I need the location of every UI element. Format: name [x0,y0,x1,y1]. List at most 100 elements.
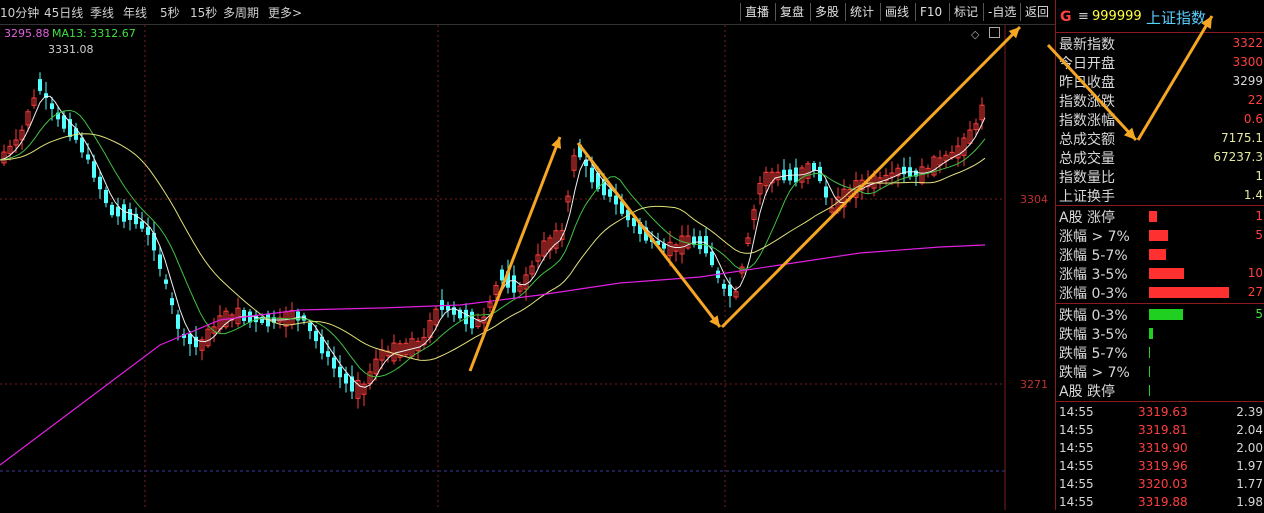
tick-time: 14:55 [1059,495,1094,509]
up-dist-label: 涨幅 > 7% [1059,229,1130,245]
up-dist-label: 涨幅 0-3% [1059,286,1128,302]
quote-label: 今日开盘 [1059,56,1115,72]
tick-vol: 2.00 [1236,441,1263,455]
up-dist-bar [1149,211,1157,222]
y-axis-label-low: 3271 [1020,378,1048,391]
peak-price-label: 3331.08 [48,43,94,56]
down-dist-label: 跌幅 5-7% [1059,346,1128,362]
replay-button[interactable]: 复盘 [775,3,808,21]
f10-button[interactable]: F10 [915,3,946,21]
candle-body [164,279,168,284]
back-button[interactable]: 返回 [1020,3,1053,21]
up-dist-value: 5 [1255,228,1263,242]
candle-body [170,298,174,306]
mark-button[interactable]: 标记 [949,3,982,21]
candle-body [590,167,594,183]
quote-label: 昨日收盘 [1059,75,1115,91]
quote-label: 指数量比 [1059,170,1115,186]
tab-more[interactable]: 更多> [268,4,302,21]
tab-year[interactable]: 年线 [123,4,147,21]
candle-body [608,189,612,197]
down-dist-label: 跌幅 3-5% [1059,327,1128,343]
candle-body [38,79,42,91]
tick-vol: 1.98 [1236,495,1263,509]
candle-body [722,283,726,289]
quote-value: 0.6 [1243,112,1263,126]
candle-body [128,209,132,220]
quote-label: 最新指数 [1059,37,1115,53]
quote-value: 1 [1255,169,1263,183]
tick-time: 14:55 [1059,459,1094,473]
candle-body [464,309,468,325]
candle-body [92,161,96,178]
multi-stock-button[interactable]: 多股 [810,3,843,21]
candle-body [698,236,702,250]
candle-body [470,311,474,329]
down-dist-bar [1149,309,1183,320]
stock-code: 999999 [1092,9,1142,24]
tick-time: 14:55 [1059,477,1094,491]
tab-10min[interactable]: 10分钟 [0,4,39,21]
tick-price: 3319.96 [1138,459,1188,473]
draw-line-button[interactable]: 画线 [880,3,913,21]
tick-price: 3319.81 [1138,423,1188,437]
up-dist-bar [1149,287,1229,298]
statistics-button[interactable]: 统计 [845,3,878,21]
candle-body [80,137,84,153]
live-button[interactable]: 直播 [740,3,773,21]
tick-vol: 1.77 [1236,477,1263,491]
down-dist-bar [1149,366,1150,377]
down-dist-bar [1149,347,1150,358]
ma1-legend: 3295.88 [4,27,50,40]
tab-quarter[interactable]: 季线 [90,4,114,21]
divider [1056,303,1264,304]
divider [1056,32,1264,33]
candle-body [50,103,54,110]
candle-body [242,310,246,321]
quote-value: 3300 [1232,55,1263,69]
tick-vol: 1.97 [1236,459,1263,473]
up-dist-label: A股 涨停 [1059,210,1116,226]
candle-body [110,204,114,216]
tick-time: 14:55 [1059,405,1094,419]
candle-body [824,186,828,198]
tab-multi-period[interactable]: 多周期 [223,4,259,21]
y-axis-label-high: 3304 [1020,193,1048,206]
candle-body [500,269,504,281]
divider [1056,401,1264,402]
candle-body [344,373,348,384]
candle-body [176,314,180,329]
remove-watchlist-button[interactable]: -自选 [983,3,1020,21]
candle-body [338,366,342,378]
down-dist-bar [1149,328,1153,339]
menu-icon[interactable]: ≡ [1078,9,1089,24]
quote-value: 7175.1 [1221,131,1263,145]
candle-body [98,176,102,190]
diamond-icon[interactable]: ◇ [971,28,979,41]
tick-time: 14:55 [1059,441,1094,455]
up-dist-bar [1149,249,1166,260]
window-toggle-icon[interactable] [989,27,1000,38]
trend-arrow-up-2 [720,25,1022,329]
divider [1056,205,1264,206]
tab-5s[interactable]: 5秒 [160,4,180,21]
quote-value: 3299 [1232,74,1263,88]
candle-body [146,227,150,235]
ma-line-yellow [0,133,986,361]
down-dist-label: 跌幅 0-3% [1059,308,1128,324]
tab-45day[interactable]: 45日线 [44,4,83,21]
tick-price: 3319.90 [1138,441,1188,455]
tick-time: 14:55 [1059,423,1094,437]
period-toolbar: 10分钟 45日线 季线 年线 5秒 15秒 多周期 更多> 直播 复盘 多股 … [0,0,1055,25]
down-dist-label: 跌幅 > 7% [1059,365,1130,381]
ma-line-magenta [0,244,986,466]
candle-body [614,195,618,205]
quote-label: 指数涨幅 [1059,113,1115,129]
ma13-legend: MA13: 3312.67 [52,27,136,40]
candlestick-chart[interactable]: 3295.88 MA13: 3312.67 3331.08 3304 3271 … [0,25,1055,510]
candle-body [308,322,312,332]
up-dist-value: 1 [1255,209,1263,223]
tab-15s[interactable]: 15秒 [190,4,217,21]
candle-body [332,357,336,369]
quote-value: 22 [1247,93,1263,107]
